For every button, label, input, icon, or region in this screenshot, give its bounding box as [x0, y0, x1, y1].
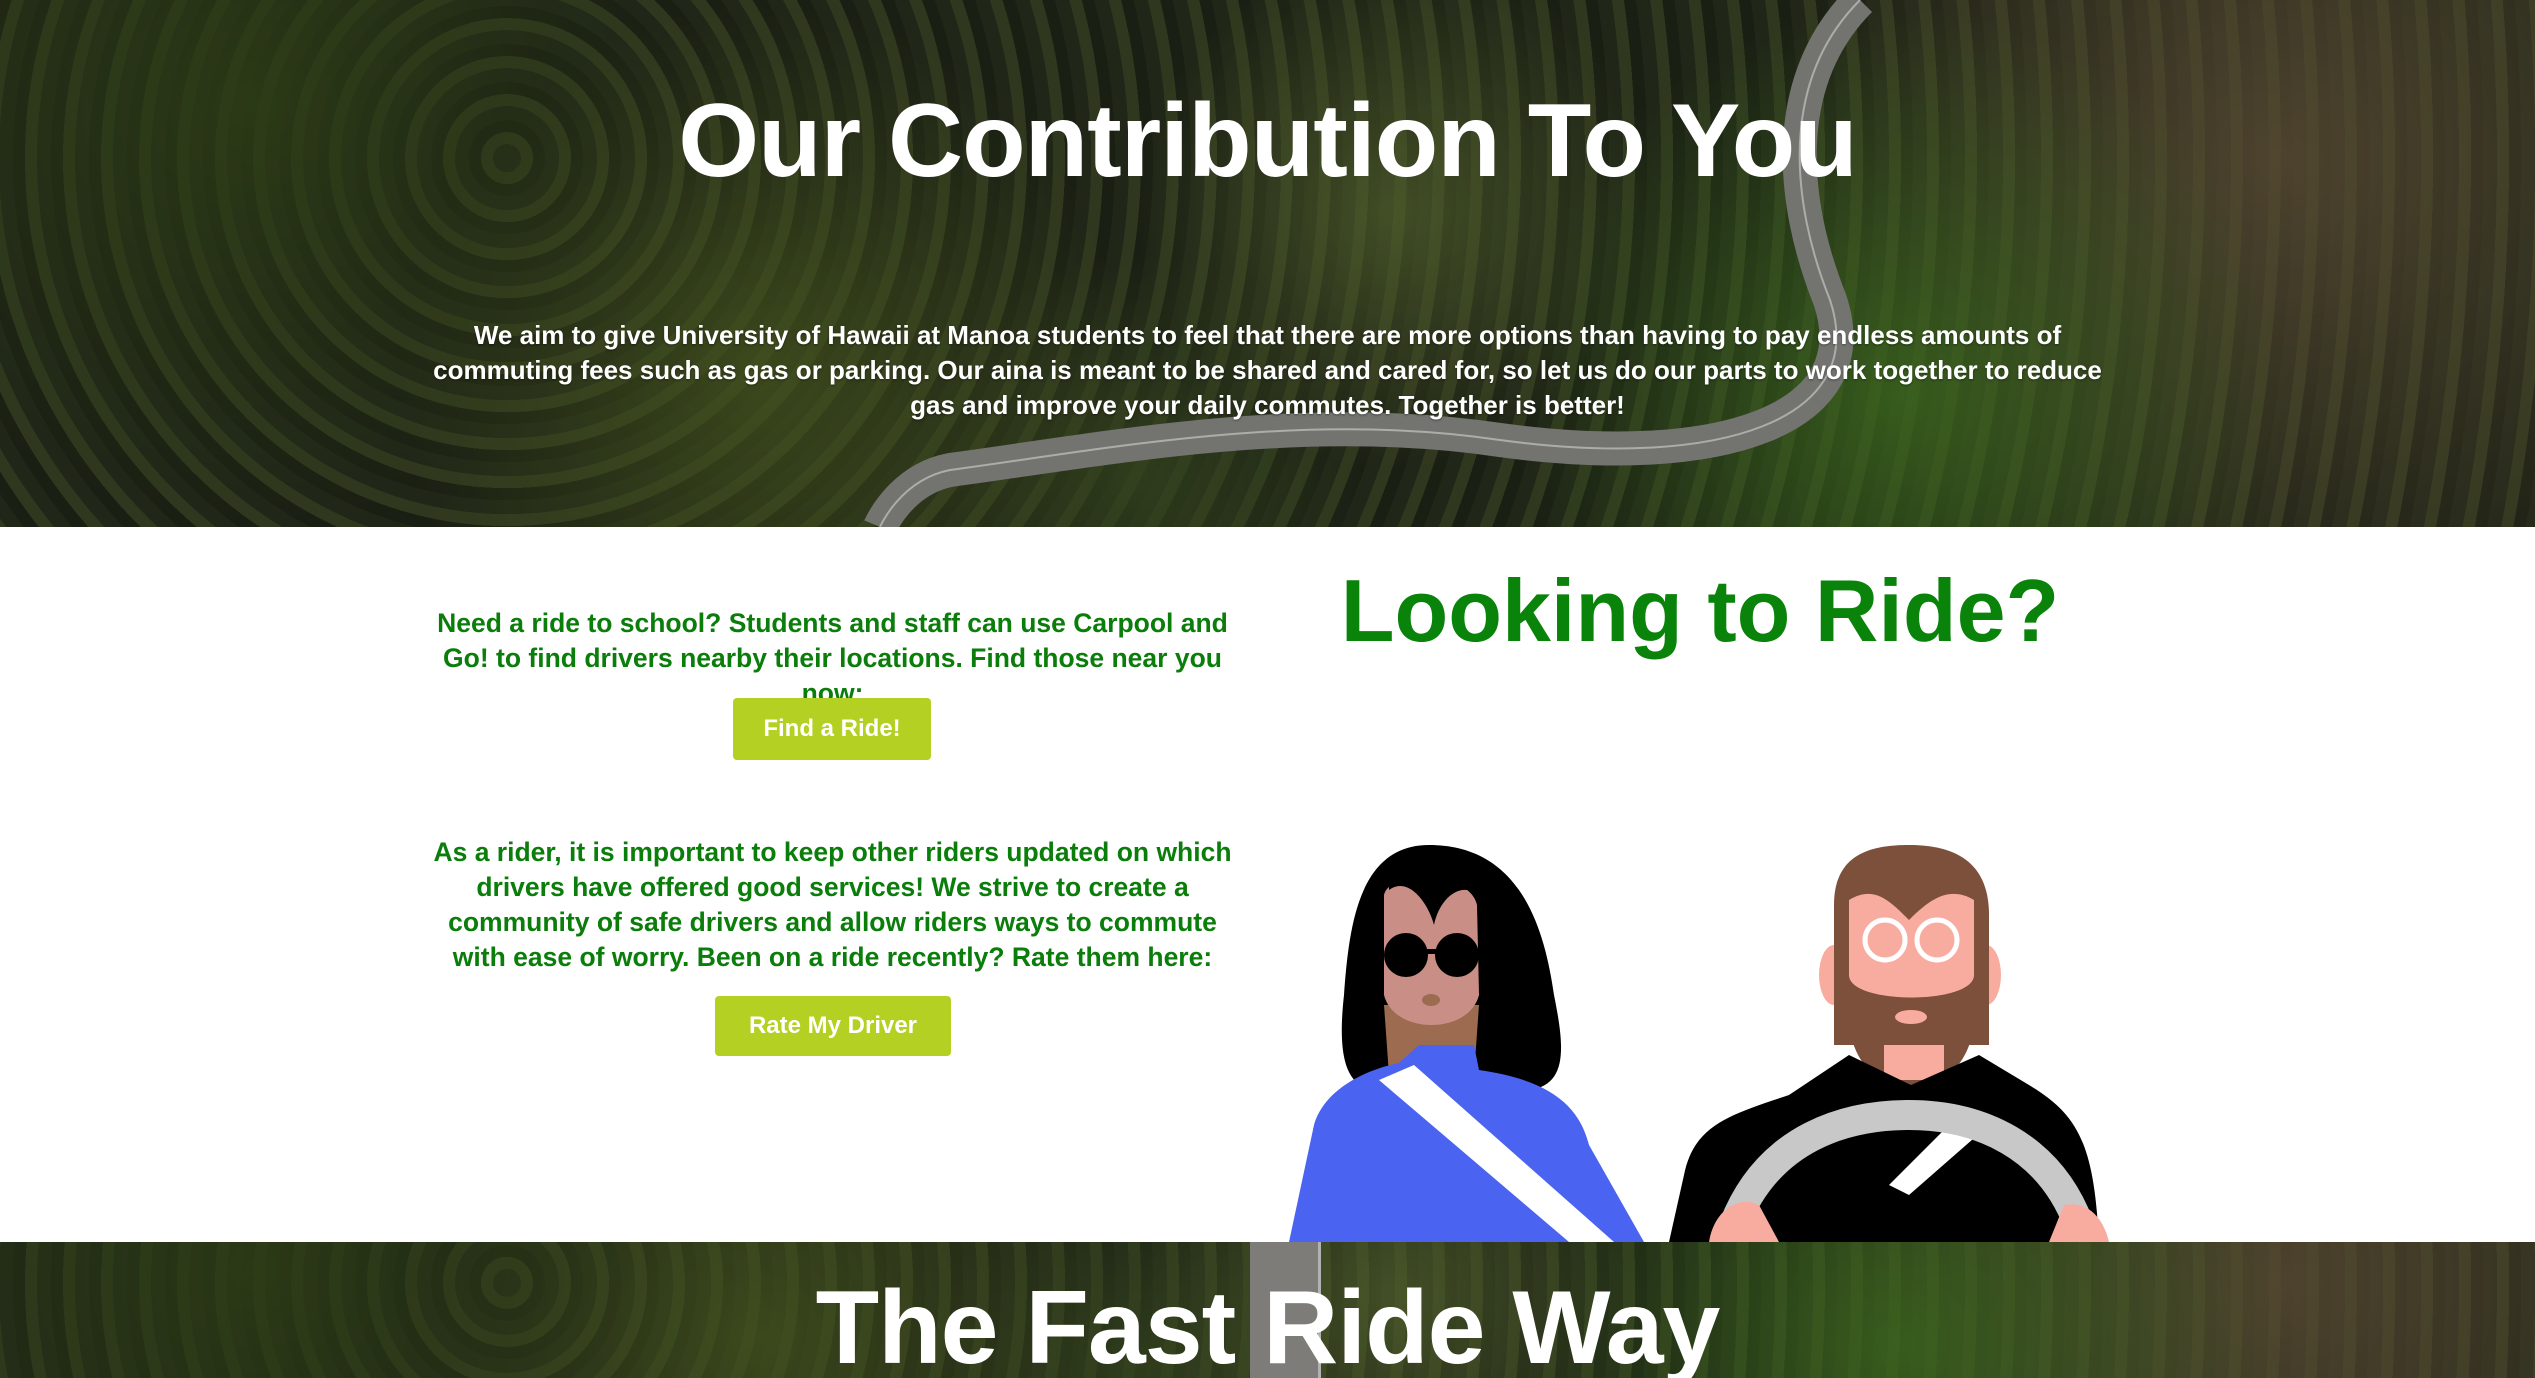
find-ride-description: Need a ride to school? Students and staf… — [437, 608, 1228, 708]
hero-title: Our Contribution To You — [678, 83, 1858, 199]
rate-driver-description: As a rider, it is important to keep othe… — [433, 837, 1232, 972]
rider-driver-illustration — [1289, 845, 2109, 1242]
fast-ride-title: The Fast Ride Way — [815, 1270, 1721, 1378]
rider-woman-figure — [1289, 845, 1644, 1242]
hero-overlay — [0, 0, 2535, 527]
driver-man-figure — [1669, 845, 2109, 1242]
hero-section: Our Contribution To You We aim to give U… — [0, 0, 2535, 527]
looking-to-ride-title: Looking to Ride? — [1340, 561, 2060, 660]
hero-description: We aim to give University of Hawaii at M… — [433, 320, 2102, 420]
rate-driver-button[interactable]: Rate My Driver — [715, 996, 951, 1056]
fast-ride-section: The Fast Ride Way — [0, 1242, 2535, 1378]
find-ride-button[interactable]: Find a Ride! — [733, 698, 931, 760]
